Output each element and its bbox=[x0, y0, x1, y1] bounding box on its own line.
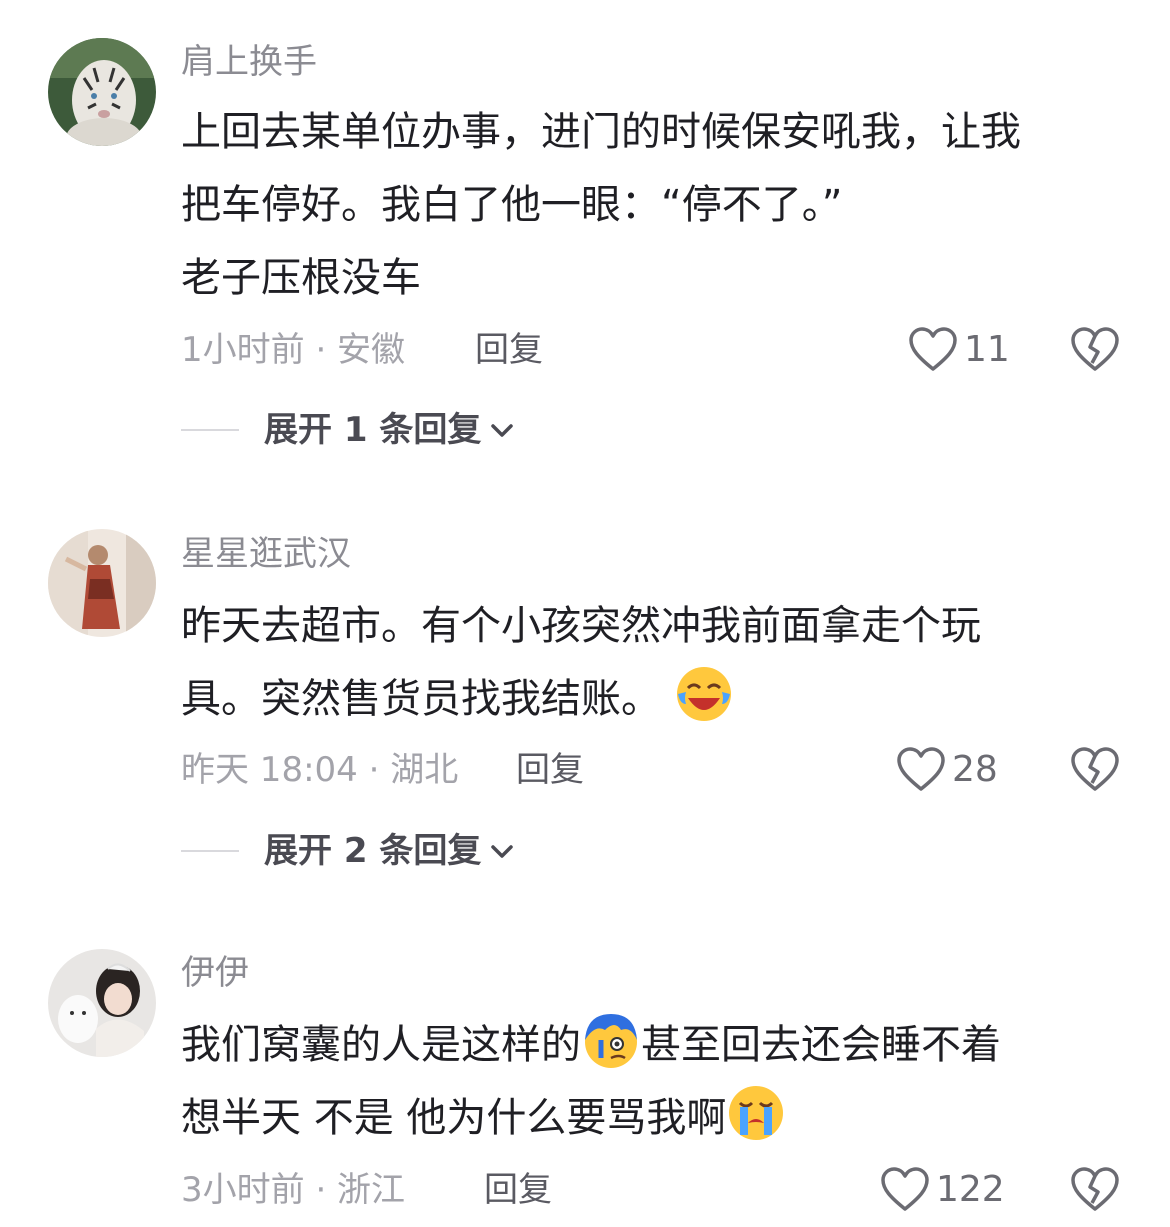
expand-replies-label: 展开 2 条回复 bbox=[264, 831, 482, 871]
comment-meta: 1小时前 · 安徽 bbox=[181, 330, 406, 370]
like-count: 11 bbox=[964, 329, 1010, 370]
like-button[interactable]: 122 bbox=[880, 1167, 1005, 1213]
comment-meta: 3小时前 · 浙江 bbox=[181, 1170, 406, 1210]
like-button[interactable]: 11 bbox=[908, 327, 1010, 373]
chevron-down-icon bbox=[491, 424, 514, 437]
broken-heart-icon[interactable] bbox=[1070, 327, 1120, 373]
woman-in-dress-avatar-icon bbox=[48, 529, 156, 637]
reply-button[interactable]: 回复 bbox=[516, 750, 584, 790]
comment-meta: 昨天 18:04 · 湖北 bbox=[181, 750, 459, 790]
expand-replies-label: 展开 1 条回复 bbox=[264, 410, 482, 450]
divider bbox=[181, 850, 239, 852]
comment-line: 老子压根没车 bbox=[181, 255, 421, 301]
like-count: 28 bbox=[952, 749, 998, 790]
comment-line: 想半天 不是 他为什么要骂我啊 bbox=[181, 1095, 727, 1141]
comment-text: 我们窝囊的人是这样的 甚至回去还会睡不着 想半天 不是 他为什么要骂我啊 bbox=[181, 1009, 1121, 1155]
blue-hair-awkward-emoji-icon bbox=[585, 1014, 637, 1068]
comment-line-with-emoji: 具。突然售货员找我结账。 bbox=[181, 663, 1121, 736]
heart-icon bbox=[909, 327, 957, 371]
crying-face-emoji-icon bbox=[729, 1086, 784, 1140]
reply-button[interactable]: 回复 bbox=[484, 1170, 552, 1210]
user-avatar[interactable] bbox=[48, 38, 156, 146]
chevron-down-icon bbox=[491, 845, 514, 858]
laughing-crying-emoji-icon bbox=[676, 667, 731, 721]
comment-line: 具。突然售货员找我结账。 bbox=[181, 676, 661, 722]
comment-line: 把车停好。我白了他一眼：“停不了。” bbox=[181, 182, 843, 228]
heart-icon bbox=[881, 1167, 929, 1211]
comment-text: 上回去某单位办事，进门的时候保安吼我，让我 把车停好。我白了他一眼：“停不了。”… bbox=[181, 96, 1121, 315]
comment-line-with-emoji: 我们窝囊的人是这样的 甚至回去还会睡不着 bbox=[181, 1009, 1121, 1082]
comment-line-with-emoji: 想半天 不是 他为什么要骂我啊 bbox=[181, 1082, 1121, 1155]
divider bbox=[181, 429, 239, 431]
user-avatar[interactable] bbox=[48, 529, 156, 637]
comment-line: 我们窝囊的人是这样的 bbox=[181, 1022, 581, 1068]
like-button[interactable]: 28 bbox=[896, 747, 998, 793]
girl-with-cat-avatar-icon bbox=[48, 949, 156, 1057]
reply-button[interactable]: 回复 bbox=[475, 330, 543, 370]
broken-heart-icon[interactable] bbox=[1070, 747, 1120, 793]
username[interactable]: 肩上换手 bbox=[181, 42, 317, 82]
expand-replies-button[interactable]: 展开 1 条回复 bbox=[181, 410, 515, 450]
heart-icon bbox=[897, 747, 945, 791]
user-avatar[interactable] bbox=[48, 949, 156, 1057]
white-tiger-avatar-icon bbox=[48, 38, 156, 146]
broken-heart-icon[interactable] bbox=[1070, 1167, 1120, 1213]
comment-line: 甚至回去还会睡不着 bbox=[641, 1022, 1001, 1068]
comment-text: 昨天去超市。有个小孩突然冲我前面拿走个玩 具。突然售货员找我结账。 bbox=[181, 590, 1121, 736]
username[interactable]: 伊伊 bbox=[181, 953, 249, 993]
comment-line: 上回去某单位办事，进门的时候保安吼我，让我 bbox=[181, 109, 1021, 155]
expand-replies-button[interactable]: 展开 2 条回复 bbox=[181, 831, 515, 871]
comment-line: 昨天去超市。有个小孩突然冲我前面拿走个玩 bbox=[181, 603, 981, 649]
username[interactable]: 星星逛武汉 bbox=[181, 534, 351, 574]
like-count: 122 bbox=[936, 1169, 1005, 1210]
